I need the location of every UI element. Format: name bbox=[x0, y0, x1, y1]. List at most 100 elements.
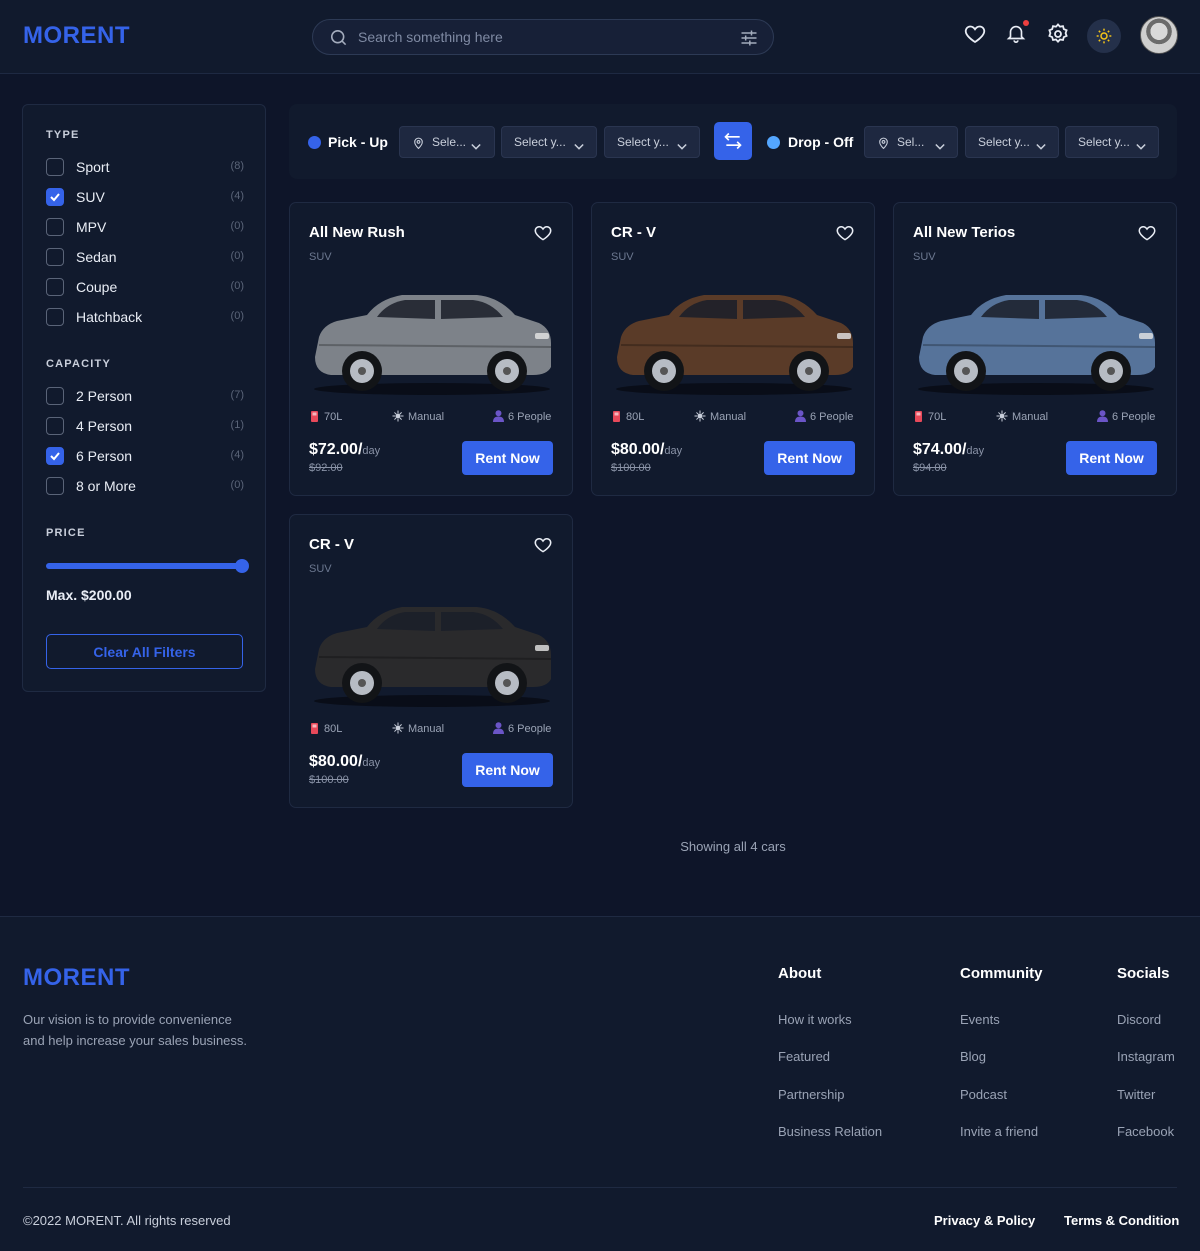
checkbox[interactable] bbox=[46, 278, 64, 296]
rent-now-button[interactable]: Rent Now bbox=[1066, 441, 1157, 475]
footer-link-podcast[interactable]: Podcast bbox=[960, 1087, 1007, 1102]
footer-link-business-relation[interactable]: Business Relation bbox=[778, 1124, 882, 1139]
checkbox-label: Sport bbox=[76, 159, 110, 175]
checkbox-label: 2 Person bbox=[76, 388, 133, 404]
checkbox[interactable] bbox=[46, 218, 64, 236]
filter-icon[interactable] bbox=[739, 28, 759, 53]
dropoff-date-select[interactable]: Select y... bbox=[965, 126, 1059, 158]
car-name[interactable]: All New Terios bbox=[913, 224, 1015, 241]
rent-now-button[interactable]: Rent Now bbox=[462, 441, 553, 475]
footer-link-twitter[interactable]: Twitter bbox=[1117, 1087, 1155, 1102]
type-filter-sport[interactable]: Sport (8) bbox=[46, 157, 244, 177]
filter-count: (1) bbox=[230, 419, 244, 431]
favorite-heart-icon[interactable] bbox=[1137, 223, 1157, 248]
terms-condition-link[interactable]: Terms & Condition bbox=[1064, 1213, 1179, 1228]
rent-now-button[interactable]: Rent Now bbox=[764, 441, 855, 475]
original-price: $100.00 bbox=[611, 462, 651, 474]
pickup-label: Pick - Up bbox=[328, 134, 388, 150]
filter-count: (0) bbox=[230, 310, 244, 322]
checkbox[interactable] bbox=[46, 477, 64, 495]
favorite-heart-icon[interactable] bbox=[533, 535, 553, 560]
checkbox-checked[interactable] bbox=[46, 188, 64, 206]
dropoff-location-select[interactable]: Sel... bbox=[864, 126, 958, 158]
capacity-spec: 6 People bbox=[795, 410, 853, 423]
type-filter-sedan[interactable]: Sedan (0) bbox=[46, 247, 244, 267]
dropoff-time-select[interactable]: Select y... bbox=[1065, 126, 1159, 158]
checkbox-checked[interactable] bbox=[46, 447, 64, 465]
footer-logo[interactable]: MORENT bbox=[23, 964, 130, 992]
notification-badge bbox=[1023, 20, 1029, 26]
type-filter-mpv[interactable]: MPV (0) bbox=[46, 217, 244, 237]
price-value: $80.00/ bbox=[309, 753, 363, 770]
checkbox-label: MPV bbox=[76, 219, 107, 235]
footer-link-facebook[interactable]: Facebook bbox=[1117, 1124, 1174, 1139]
type-filter-coupe[interactable]: Coupe (0) bbox=[46, 277, 244, 297]
checkbox[interactable] bbox=[46, 417, 64, 435]
heart-icon[interactable] bbox=[963, 22, 987, 51]
brand-logo[interactable]: MORENT bbox=[23, 22, 130, 50]
price-slider[interactable] bbox=[46, 559, 249, 573]
user-avatar[interactable] bbox=[1140, 16, 1178, 54]
rent-now-button[interactable]: Rent Now bbox=[462, 753, 553, 787]
theme-toggle-button[interactable] bbox=[1087, 19, 1121, 53]
checkbox[interactable] bbox=[46, 308, 64, 326]
footer-link-invite-a-friend[interactable]: Invite a friend bbox=[960, 1124, 1038, 1139]
favorite-heart-icon[interactable] bbox=[533, 223, 553, 248]
footer-link-partnership[interactable]: Partnership bbox=[778, 1087, 844, 1102]
pickup-time-select[interactable]: Select y... bbox=[604, 126, 700, 158]
car-card[interactable]: All New Rush SUV 70L Manual 6 People $72.00/d… bbox=[289, 202, 573, 496]
original-price: $94.00 bbox=[913, 462, 947, 474]
type-filter-hatchback[interactable]: Hatchback (0) bbox=[46, 307, 244, 327]
footer-link-discord[interactable]: Discord bbox=[1117, 1012, 1161, 1027]
search-bar bbox=[312, 19, 774, 55]
capacity-filter-6-person[interactable]: 6 Person (4) bbox=[46, 446, 244, 466]
seating-capacity: 6 People bbox=[1112, 411, 1156, 423]
car-card[interactable]: All New Terios SUV 70L Manual 6 People $74.00… bbox=[893, 202, 1177, 496]
footer-link-blog[interactable]: Blog bbox=[960, 1049, 986, 1064]
price-period: day bbox=[664, 445, 683, 457]
price-slider-handle[interactable] bbox=[235, 559, 249, 573]
transmission-icon bbox=[694, 410, 706, 422]
car-name[interactable]: CR - V bbox=[611, 224, 656, 241]
favorite-heart-icon[interactable] bbox=[835, 223, 855, 248]
capacity-filter-8-or-more[interactable]: 8 or More (0) bbox=[46, 476, 244, 496]
footer-link-featured[interactable]: Featured bbox=[778, 1049, 830, 1064]
car-image[interactable] bbox=[307, 597, 557, 717]
footer-link-events[interactable]: Events bbox=[960, 1012, 1000, 1027]
gear-icon[interactable] bbox=[1046, 22, 1070, 51]
type-filter-suv[interactable]: SUV (4) bbox=[46, 187, 244, 207]
car-card[interactable]: CR - V SUV 80L Manual 6 People $80.00/day $100… bbox=[591, 202, 875, 496]
checkbox[interactable] bbox=[46, 158, 64, 176]
footer-divider bbox=[23, 1187, 1177, 1188]
car-image[interactable] bbox=[609, 285, 859, 405]
filter-count: (0) bbox=[230, 479, 244, 491]
capacity-filter-2-person[interactable]: 2 Person (7) bbox=[46, 386, 244, 406]
transmission-spec: Manual bbox=[996, 410, 1048, 423]
price-value: $80.00/ bbox=[611, 441, 665, 458]
pickup-date-select[interactable]: Select y... bbox=[501, 126, 597, 158]
transmission-type: Manual bbox=[408, 411, 445, 423]
checkbox[interactable] bbox=[46, 387, 64, 405]
clear-filters-button[interactable]: Clear All Filters bbox=[46, 634, 243, 669]
footer-link-instagram[interactable]: Instagram bbox=[1117, 1049, 1175, 1064]
checkbox[interactable] bbox=[46, 248, 64, 266]
car-name[interactable]: CR - V bbox=[309, 536, 354, 553]
capacity-filter-4-person[interactable]: 4 Person (1) bbox=[46, 416, 244, 436]
car-image[interactable] bbox=[307, 285, 557, 405]
max-price-label: Max. $200.00 bbox=[46, 587, 132, 603]
checkbox-label: Coupe bbox=[76, 279, 118, 295]
car-card[interactable]: CR - V SUV 80L Manual 6 People $80.00/day $100… bbox=[289, 514, 573, 808]
search-input[interactable] bbox=[358, 27, 718, 47]
price-value: $72.00/ bbox=[309, 441, 363, 458]
car-image[interactable] bbox=[911, 285, 1161, 405]
footer-link-how-it-works[interactable]: How it works bbox=[778, 1012, 852, 1027]
privacy-policy-link[interactable]: Privacy & Policy bbox=[934, 1213, 1035, 1228]
dropoff-date-value: Select y... bbox=[978, 135, 1030, 149]
price-section-title: PRICE bbox=[46, 527, 86, 539]
swap-locations-button[interactable] bbox=[714, 122, 752, 160]
people-icon bbox=[1097, 410, 1108, 422]
pickup-location-select[interactable]: Sele... bbox=[399, 126, 495, 158]
price-value: $74.00/ bbox=[913, 441, 967, 458]
dropoff-label: Drop - Off bbox=[788, 134, 854, 150]
car-name[interactable]: All New Rush bbox=[309, 224, 405, 241]
